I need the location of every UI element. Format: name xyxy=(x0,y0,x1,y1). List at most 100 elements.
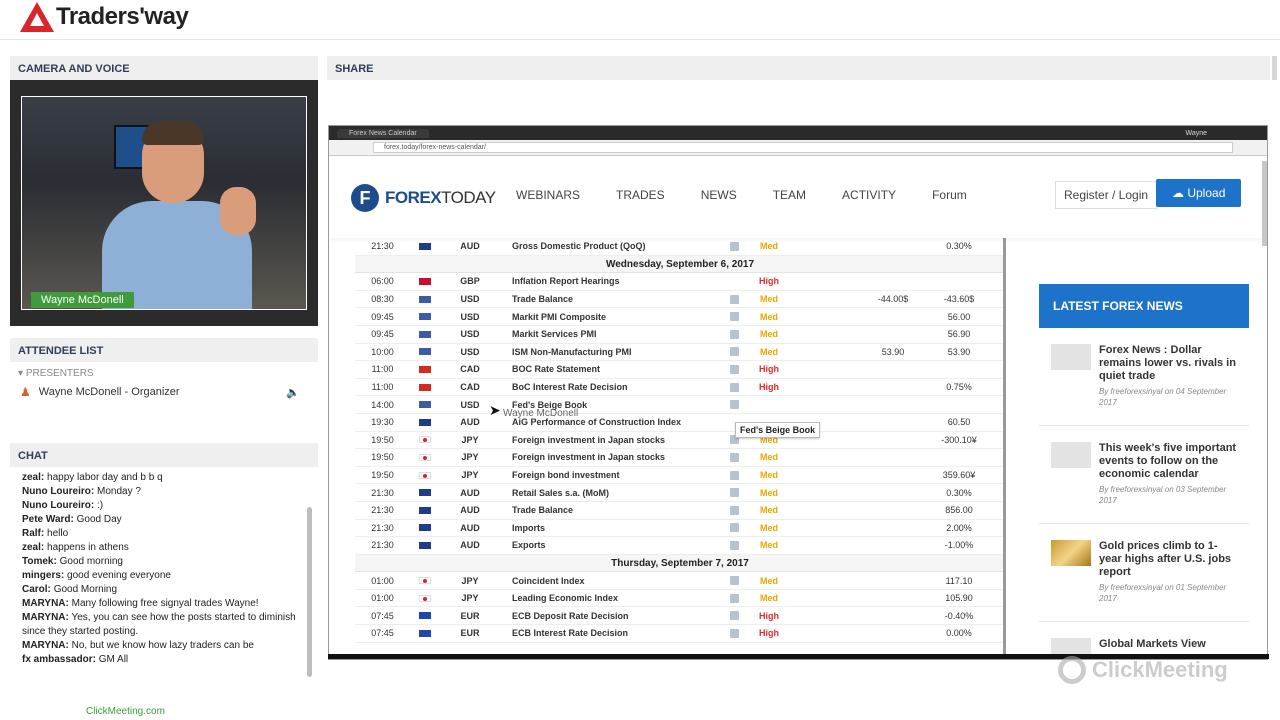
site-navigation: F FOREXTODAY WEBINARS TRADES NEWS TEAM ACTIV… xyxy=(329,156,1267,238)
flag-icon xyxy=(410,577,440,585)
flag-icon xyxy=(410,471,440,479)
calendar-row[interactable]: 11:00 CAD BoC Interest Rate Decision High 0.… xyxy=(355,379,1005,397)
calendar-row[interactable]: 06:00 GBP Inflation Report Hearings High xyxy=(355,273,1005,291)
nav-menu: WEBINARS TRADES NEWS TEAM ACTIVITY Forum xyxy=(516,188,1003,202)
event-time: 19:50 xyxy=(371,452,394,463)
info-icon[interactable] xyxy=(724,329,744,339)
info-icon[interactable] xyxy=(724,576,744,586)
presenters-section[interactable]: ▾ PRESENTERS xyxy=(10,362,318,379)
register-login-button[interactable]: Register / Login xyxy=(1055,181,1158,209)
event-name: Markit PMI Composite xyxy=(512,311,607,322)
previous-value: 60.50 xyxy=(947,417,971,428)
currency: USD xyxy=(460,294,480,305)
calendar-row[interactable]: 07:45 EUR ECB Interest Rate Decision High 0.… xyxy=(355,625,1005,643)
upload-button[interactable]: ☁ Upload xyxy=(1156,179,1242,207)
calendar-row[interactable]: 19:50 JPY Foreign investment in Japan stoc… xyxy=(355,432,1005,450)
calendar-row[interactable]: 19:50 JPY Foreign investment in Japan stoc… xyxy=(355,449,1005,467)
nav-item-webinars[interactable]: WEBINARS xyxy=(516,188,580,202)
importance-badge: High xyxy=(759,628,779,639)
info-icon[interactable] xyxy=(724,347,744,357)
info-icon[interactable] xyxy=(724,382,744,392)
info-icon[interactable] xyxy=(724,312,744,322)
nav-item-trades[interactable]: TRADES xyxy=(616,188,665,202)
event-name: Markit Services PMI xyxy=(512,329,597,340)
page-scrollbar[interactable] xyxy=(1272,56,1277,80)
info-icon[interactable] xyxy=(724,241,744,251)
info-icon[interactable] xyxy=(724,540,744,550)
info-icon[interactable] xyxy=(724,611,744,621)
calendar-row[interactable]: 21:30 AUD Retail Sales s.a. (MoM) Med 0.30% xyxy=(355,484,1005,502)
importance-badge: Med xyxy=(760,593,778,604)
chat-user: fx ambassador: xyxy=(22,654,96,665)
news-title[interactable]: Forex News : Dollar remains lower vs. ri… xyxy=(1099,344,1237,383)
calendar-row[interactable]: 11:00 CAD BOC Rate Statement High xyxy=(355,361,1005,379)
info-icon[interactable] xyxy=(724,505,744,515)
clickmeeting-link[interactable]: ClickMeeting.com xyxy=(86,706,165,717)
calendar-row[interactable]: 21:30 AUD Exports Med -1.00% xyxy=(355,537,1005,555)
calendar-row[interactable]: 14:00 USD Fed's Beige Book xyxy=(355,396,1005,414)
forextoday-logo[interactable]: F FOREXTODAY xyxy=(351,184,496,212)
event-name: Foreign bond investment xyxy=(512,470,620,481)
news-thumbnail[interactable] xyxy=(1051,344,1091,370)
info-icon[interactable] xyxy=(724,523,744,533)
previous-value: -1.00% xyxy=(944,540,974,551)
info-icon[interactable] xyxy=(724,488,744,498)
calendar-row[interactable]: 09:45 USD Markit Services PMI Med 56.90 xyxy=(355,326,1005,344)
chat-text: GM All xyxy=(98,654,129,665)
forextoday-icon: F xyxy=(351,184,379,212)
news-item[interactable]: Forex News : Dollar remains lower vs. ri… xyxy=(1039,328,1249,426)
info-icon[interactable] xyxy=(724,452,744,462)
mouse-cursor-icon: ➤ xyxy=(489,402,501,418)
nav-item-news[interactable]: NEWS xyxy=(701,188,737,202)
calendar-row[interactable]: 19:50 JPY Foreign bond investment Med 359.60… xyxy=(355,467,1005,485)
calendar-row[interactable]: 01:00 JPY Leading Economic Index Med 105.90 xyxy=(355,590,1005,608)
browser-tab[interactable]: Forex News Calendar xyxy=(337,128,429,138)
currency: AUD xyxy=(460,505,480,516)
info-icon[interactable] xyxy=(724,628,744,638)
chat-user: zeal: xyxy=(22,542,45,553)
news-title[interactable]: Gold prices climb to 1-year highs after … xyxy=(1099,540,1237,579)
info-icon[interactable] xyxy=(724,294,744,304)
calendar-row[interactable]: 08:30 USD Trade Balance Med -44.00$ -43.60$ xyxy=(355,291,1005,309)
browser-scrollbar[interactable] xyxy=(1262,161,1267,246)
news-item[interactable]: This week's five important events to fol… xyxy=(1039,426,1249,524)
info-icon[interactable] xyxy=(724,400,744,410)
flag-icon xyxy=(410,436,440,444)
currency: JPY xyxy=(461,452,479,463)
calendar-row[interactable]: 01:00 JPY Coincident Index Med 117.10 xyxy=(355,572,1005,590)
calendar-row[interactable]: 19:30 AUD AiG Performance of Construction … xyxy=(355,414,1005,432)
calendar-row[interactable]: 21:30 AUD Gross Domestic Product (QoQ) Med 0… xyxy=(355,238,1005,256)
event-name: Foreign investment in Japan stocks xyxy=(512,434,666,445)
nav-item-forum[interactable]: Forum xyxy=(932,188,967,202)
attendee-row[interactable]: ♟ Wayne McDonell - Organizer 🔈 xyxy=(10,379,318,399)
importance-badge: Med xyxy=(760,346,778,357)
chat-text: Good Day xyxy=(76,514,122,525)
calendar-date-header: Thursday, September 7, 2017 xyxy=(355,554,1005,573)
info-icon[interactable] xyxy=(724,470,744,480)
nav-item-activity[interactable]: ACTIVITY xyxy=(842,188,896,202)
info-icon[interactable] xyxy=(724,593,744,603)
news-thumbnail[interactable] xyxy=(1051,540,1091,566)
url-field[interactable]: forex.today/forex-news-calendar/ xyxy=(373,142,1233,153)
chat-user: MARYNA: xyxy=(22,640,69,651)
calendar-row[interactable]: 07:45 EUR ECB Deposit Rate Decision High -0.… xyxy=(355,607,1005,626)
event-name: Foreign investment in Japan stocks xyxy=(512,452,666,463)
chat-text: Monday ? xyxy=(97,486,141,497)
news-item[interactable]: Gold prices climb to 1-year highs after … xyxy=(1039,524,1249,622)
speaker-icon[interactable]: 🔈 xyxy=(286,386,300,399)
calendar-row[interactable]: 21:30 AUD Imports Med 2.00% xyxy=(355,520,1005,538)
news-title[interactable]: Global Markets View xyxy=(1099,638,1206,651)
previous-value: -300.10¥ xyxy=(941,434,977,445)
calendar-row[interactable]: 10:00 USD ISM Non-Manufacturing PMI Med 53.9… xyxy=(355,344,1005,362)
traders-way-logo[interactable]: Traders'way xyxy=(20,2,189,32)
chat-scrollbar[interactable] xyxy=(307,507,312,677)
info-icon[interactable] xyxy=(724,364,744,374)
currency: USD xyxy=(460,311,480,322)
calendar-row[interactable]: 21:30 AUD Trade Balance Med 856.00 xyxy=(355,502,1005,520)
news-thumbnail[interactable] xyxy=(1051,442,1091,468)
news-title[interactable]: This week's five important events to fol… xyxy=(1099,442,1237,481)
chat-text: happy labor day and b b q xyxy=(47,472,163,483)
event-time: 07:45 xyxy=(371,610,394,621)
nav-item-team[interactable]: TEAM xyxy=(773,188,806,202)
calendar-row[interactable]: 09:45 USD Markit PMI Composite Med 56.00 xyxy=(355,308,1005,326)
